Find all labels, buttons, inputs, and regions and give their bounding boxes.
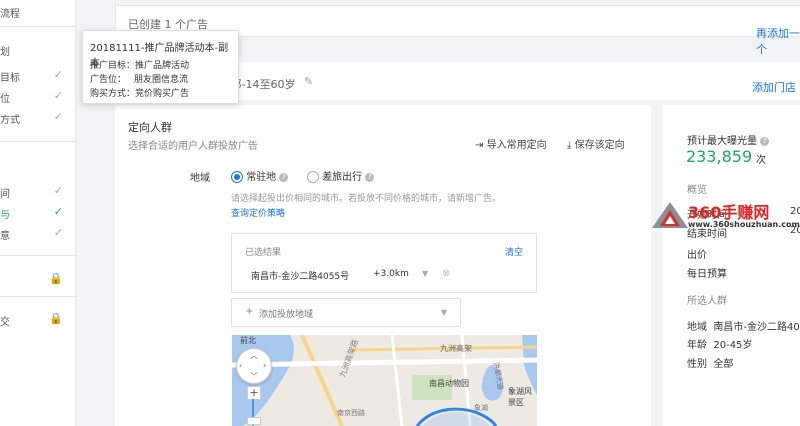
remove-icon[interactable]: ⊗ — [442, 268, 450, 279]
tooltip-row: 购买方式：竞价购买广告 — [90, 89, 190, 99]
watermark-url: www.360shouzhuan.com — [688, 220, 800, 229]
sidebar-item-goal[interactable]: 目标 ✓ — [0, 66, 75, 86]
divider — [0, 255, 75, 256]
map-label: 象湖 — [474, 404, 488, 412]
chevron-down-icon[interactable]: ▼ — [422, 269, 428, 278]
check-icon: ✓ — [53, 89, 63, 102]
add-store-link[interactable]: 添加门店 — [752, 79, 796, 95]
selected-results-box: 已选结果 清空 南昌市-金沙二路4055号 +3.0km ▼ ⊗ — [231, 233, 537, 293]
radio-travel[interactable]: 差旅出行 ? — [307, 168, 375, 183]
save-icon: ⤓ — [567, 140, 572, 151]
help-icon: ? — [365, 172, 375, 182]
plus-icon: + — [245, 306, 254, 317]
exposure-title: 预计最大曝光量 ? — [687, 132, 770, 147]
check-icon: ✓ — [53, 184, 63, 197]
watermark: 360手赚网 www.360shouzhuan.com — [650, 196, 800, 236]
sidebar-item-buy-method[interactable]: 方式 ✓ — [0, 108, 75, 128]
sidebar-item-targeting[interactable]: 与 ✓ — [0, 203, 75, 223]
tooltip-row: 推广目标：推广品牌活动 — [90, 61, 190, 71]
map-label: 南京西路 — [337, 409, 365, 417]
save-targeting-button[interactable]: ⤓ 保存该定向 — [567, 136, 625, 151]
ad-info-tooltip: 20181111-推广品牌活动本-副本 推广目标：推广品牌活动 广告位： 朋友圈信… — [82, 30, 239, 104]
help-icon: ? — [279, 172, 289, 182]
overview-row: 出价 — [687, 250, 707, 261]
selected-location: 南昌市-金沙二路4055号 — [251, 272, 350, 282]
sidebar-item-plan[interactable]: 划 — [0, 40, 75, 60]
sidebar-item-submit: 交 🔒 — [0, 312, 63, 328]
pan-up-icon[interactable]: ︿ — [250, 350, 258, 361]
lock-icon: 🔒 — [49, 272, 63, 285]
map-label: 南昌动物园 — [429, 379, 469, 388]
help-icon: ? — [760, 136, 770, 146]
add-another-ad-link[interactable]: 再添加一个 — [756, 25, 800, 57]
zoom-slider-handle[interactable] — [247, 417, 261, 425]
edit-pencil-icon[interactable]: ✎ — [304, 75, 313, 88]
tooltip-row: 广告位： 朋友圈信息流 — [90, 75, 189, 85]
audience-row: 年龄 20-45岁 — [687, 340, 753, 351]
add-region-label: 添加投放地域 — [259, 310, 314, 320]
audience-title: 所选人群 — [687, 296, 727, 307]
sidebar-item-time[interactable]: 间 ✓ — [0, 182, 75, 202]
import-targeting-button[interactable]: ⇥ 导入常用定向 — [475, 136, 547, 151]
map-label: 前北 — [240, 336, 256, 345]
map-label: 九洲高架 — [440, 344, 472, 353]
check-icon: ✓ — [53, 68, 63, 81]
map-label: 象湖风景区 — [508, 387, 532, 407]
radius-select[interactable]: +3.0km — [373, 269, 409, 279]
clear-button[interactable]: 清空 — [505, 245, 523, 258]
overview-row: 每日预算 — [687, 269, 727, 280]
overview-title: 概览 — [687, 185, 707, 196]
zoom-in-button[interactable]: + — [247, 386, 261, 400]
check-icon: ✓ — [53, 110, 63, 123]
exposure-value: 233,859 — [686, 147, 753, 166]
region-label: 地域 — [190, 173, 210, 184]
summary-panel: 预计最大曝光量 ? 233,859 次 概览 开始时间 20 结束时间 20 出价 … — [662, 105, 800, 426]
check-icon: ✓ — [53, 226, 63, 239]
audience-row: 地域 南昌市-金沙二路40 — [687, 322, 800, 333]
region-map[interactable]: 前北 九洲高架 九洲高架路 南昌动物园 象湖风景区 洪都大道 象湖 南京西路 ︿… — [232, 335, 537, 426]
audience-row: 性别 全部 — [687, 359, 734, 370]
import-icon: ⇥ — [475, 140, 484, 151]
sidebar-item-bid[interactable]: 意 ✓ — [0, 224, 75, 244]
pan-right-icon[interactable]: › — [263, 361, 266, 370]
sidebar-item-flow[interactable]: 流程 — [0, 2, 75, 22]
section-title: 定向人群 — [128, 121, 172, 134]
add-region-dropdown[interactable]: + 添加投放地域 ▼ — [231, 298, 461, 327]
radio-circle — [231, 171, 243, 183]
pan-down-icon[interactable]: ﹀ — [250, 371, 258, 382]
divider — [0, 26, 75, 27]
watermark-logo-icon — [652, 202, 688, 228]
chevron-down-icon: ▼ — [441, 308, 448, 317]
divider — [0, 296, 75, 297]
lock-icon: 🔒 — [49, 312, 63, 325]
section-subtitle: 选择合适的用户人群投放广告 — [128, 141, 258, 152]
left-sidebar: 流程 划 目标 ✓ 位 ✓ 方式 ✓ 间 ✓ 与 ✓ 意 ✓ 🔒 交 🔒 — [0, 0, 76, 426]
sidebar-item-locked: 🔒 — [0, 270, 75, 290]
map-pan-control[interactable]: ︿ ﹀ ‹ › — [236, 348, 272, 384]
exposure-unit: 次 — [756, 155, 766, 166]
region-hint: 请选择起投出价相同的城市。若投放不同价格的城市，请新增广告。 — [231, 194, 502, 204]
check-icon: ✓ — [53, 205, 63, 218]
radio-circle — [307, 171, 319, 183]
selected-title: 已选结果 — [245, 248, 282, 258]
pricing-strategy-link[interactable]: 查询定价策略 — [231, 206, 285, 219]
pan-left-icon[interactable]: ‹ — [239, 361, 242, 370]
map-canvas — [232, 335, 537, 426]
divider — [0, 141, 75, 142]
radio-resident[interactable]: 常驻地 ? — [231, 168, 289, 183]
sidebar-item-placement[interactable]: 位 ✓ — [0, 87, 75, 107]
